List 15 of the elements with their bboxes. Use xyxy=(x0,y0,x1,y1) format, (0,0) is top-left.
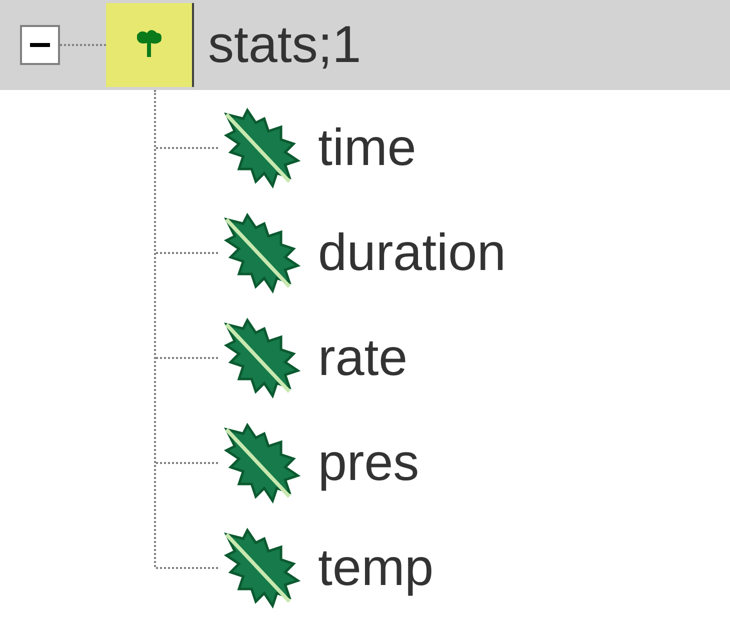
tree-icon xyxy=(106,3,194,87)
tree-row[interactable]: time xyxy=(156,95,432,200)
tree-row[interactable]: temp xyxy=(156,515,450,620)
tree-row[interactable]: rate xyxy=(156,305,424,410)
tree-row[interactable]: duration xyxy=(156,200,522,305)
node-label: temp xyxy=(318,542,434,594)
node-label: time xyxy=(318,122,416,174)
collapse-toggle[interactable] xyxy=(20,25,60,65)
node-label: rate xyxy=(318,332,408,384)
node-label: stats;1 xyxy=(208,19,362,71)
minus-icon xyxy=(30,43,50,47)
node-label: duration xyxy=(318,226,506,278)
node-label: pres xyxy=(318,436,420,488)
tree-row[interactable]: stats;1 xyxy=(0,0,730,90)
tree-row[interactable]: pres xyxy=(156,410,436,515)
